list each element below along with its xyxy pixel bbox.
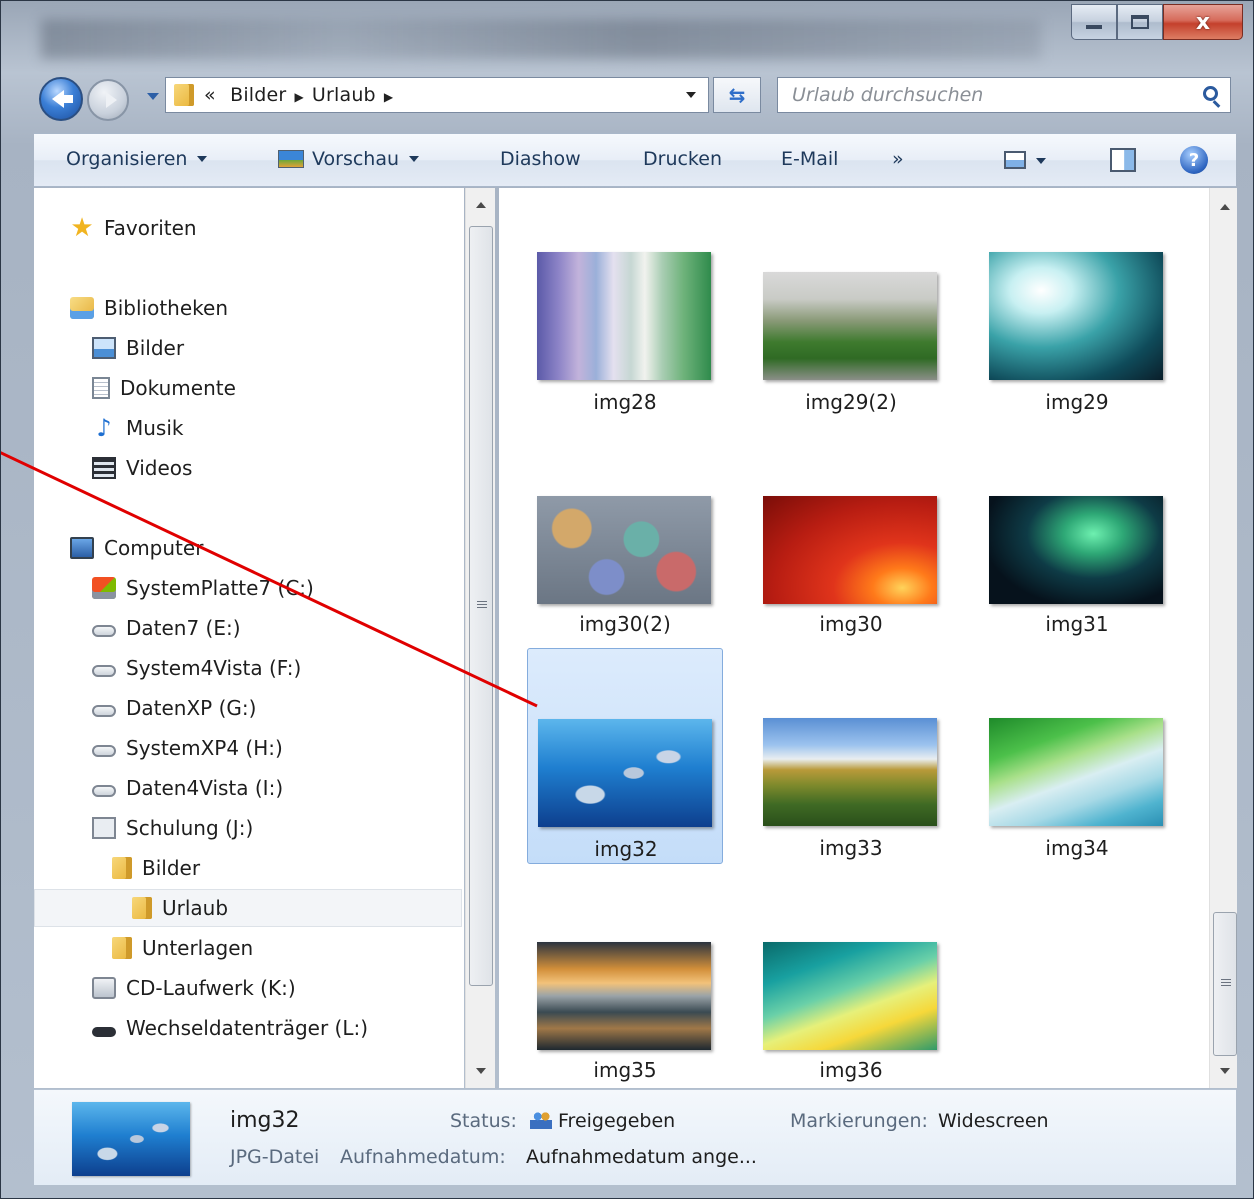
- annotation-pointer: [1, 451, 538, 708]
- explorer-window: x « Bilder ▶ Urlaub ▶ ⇆ Urlaub durchsuchen …: [0, 0, 1254, 1199]
- annotation-line: [1, 451, 538, 708]
